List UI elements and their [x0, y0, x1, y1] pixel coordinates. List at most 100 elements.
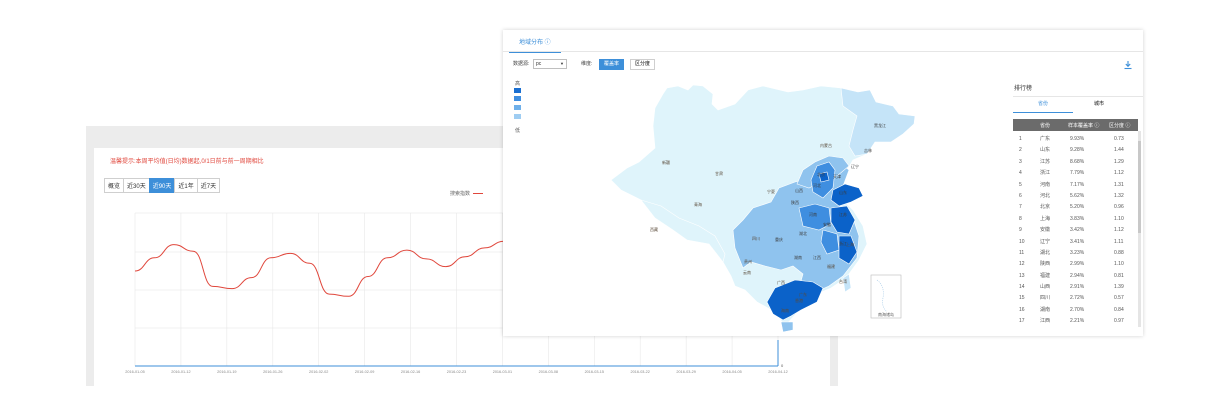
rank-coverage: 9.28%: [1070, 147, 1085, 154]
table-row[interactable]: 11 湖北 3.23% 0.88: [1013, 248, 1138, 259]
x-tick-label: 2016-02-23: [447, 370, 466, 374]
rank-number: 7: [1019, 204, 1022, 211]
map-region-label: 河北: [813, 182, 821, 188]
map-region-label: 安徽: [823, 221, 831, 227]
table-row[interactable]: 2 山东 9.28% 1.44: [1013, 145, 1138, 156]
rank-coverage: 2.99%: [1070, 261, 1085, 268]
rank-province: 山西: [1040, 284, 1051, 291]
inset-label: 南海诸岛: [878, 311, 894, 317]
x-tick-label: 2016-01-12: [171, 370, 190, 374]
rank-coverage: 2.70%: [1070, 306, 1085, 313]
table-row[interactable]: 8 上海 3.83% 1.10: [1013, 214, 1138, 225]
rank-province: 河北: [1040, 192, 1051, 199]
map-region-label: 北京: [817, 171, 825, 177]
table-row[interactable]: 9 安徽 3.42% 1.12: [1013, 225, 1138, 236]
rank-number: 2: [1019, 147, 1022, 154]
x-tick-label: 2016-03-08: [539, 370, 558, 374]
rank-number: 17: [1019, 318, 1025, 325]
scrollbar-thumb[interactable]: [1138, 141, 1141, 233]
table-row[interactable]: 5 河南 7.17% 1.31: [1013, 180, 1138, 191]
rank-number: 16: [1019, 306, 1025, 313]
map-region-label: 台湾: [839, 278, 847, 284]
rank-number: 6: [1019, 192, 1022, 199]
x-tick-label: 2016-02-16: [401, 370, 420, 374]
rank-coverage: 3.23%: [1070, 249, 1085, 256]
map-region-label: 宁夏: [767, 188, 775, 194]
rank-province: 湖南: [1040, 306, 1051, 313]
south-china-sea-inset: 南海诸岛: [870, 274, 902, 319]
map-region-label: 重庆: [775, 236, 783, 242]
rank-distinct: 0.96: [1114, 204, 1124, 211]
rank-distinct: 0.84: [1114, 306, 1124, 313]
table-row[interactable]: 7 北京 5.20% 0.96: [1013, 202, 1138, 213]
rank-province: 江苏: [1040, 158, 1051, 165]
ranking-table: 1 广东 9.93% 0.73 2 山东 9.28% 1.44 3 江苏 8.68% 1.29 4 浙江 7…: [1013, 134, 1138, 328]
rank-province: 四川: [1040, 295, 1051, 302]
x-tick-label: 2016-03-01: [493, 370, 512, 374]
rank-coverage: 2.21%: [1070, 318, 1085, 325]
map-region-label: 吉林: [864, 147, 872, 153]
table-row[interactable]: 15 四川 2.72% 0.57: [1013, 293, 1138, 304]
table-row[interactable]: 14 山西 2.91% 1.39: [1013, 282, 1138, 293]
rank-coverage: 3.42%: [1070, 227, 1085, 234]
rank-distinct: 1.12: [1114, 170, 1124, 177]
rank-number: 5: [1019, 181, 1022, 188]
map-region-label: 四川: [752, 236, 760, 241]
header-coverage[interactable]: 样本覆盖率 ⓘ: [1068, 122, 1099, 129]
rank-distinct: 1.31: [1114, 181, 1124, 188]
header-distinct[interactable]: 区分度 ⓘ: [1109, 122, 1130, 129]
rank-province: 福建: [1040, 272, 1051, 279]
map-region-label: 陕西: [791, 199, 799, 205]
map-region-label: 天津: [833, 173, 841, 179]
rank-number: 12: [1019, 261, 1025, 268]
map-region-label: 贵州: [744, 258, 752, 264]
map-region-label: 内蒙古: [820, 142, 832, 148]
map-region-label: 青海: [694, 201, 702, 207]
rank-province: 上海: [1040, 215, 1051, 222]
table-row[interactable]: 17 江西 2.21% 0.97: [1013, 316, 1138, 327]
x-tick-label: 2016-01-26: [263, 370, 282, 374]
rank-distinct: 1.10: [1114, 261, 1124, 268]
rank-coverage: 2.94%: [1070, 272, 1085, 279]
ranking-tab-city[interactable]: 城市: [1094, 100, 1104, 107]
map-region-label: 黑龙江: [874, 122, 886, 128]
rank-distinct: 1.10: [1114, 215, 1124, 222]
rank-distinct: 1.32: [1114, 192, 1124, 199]
table-row[interactable]: 12 陕西 2.99% 1.10: [1013, 259, 1138, 270]
map-region-hainan: [780, 321, 794, 333]
rank-coverage: 5.20%: [1070, 204, 1085, 211]
map-region-label: 辽宁: [851, 163, 859, 169]
map-region-label: 山西: [795, 187, 803, 193]
x-tick-label: 2016-04-12: [768, 370, 787, 374]
rank-distinct: 1.11: [1114, 238, 1124, 245]
map-region-label: 湖北: [799, 230, 807, 236]
map-region-label: 海南: [781, 307, 789, 313]
x-tick-label: 2016-03-29: [676, 370, 695, 374]
region-panel: 地域分布 ⓘ 数据源: pc ▼ 维度: 覆盖率 区分度 高 低 南海诸岛 黑龙…: [503, 30, 1143, 336]
table-row[interactable]: 4 浙江 7.79% 1.12: [1013, 168, 1138, 179]
rank-province: 辽宁: [1040, 238, 1051, 245]
rank-coverage: 5.62%: [1070, 192, 1085, 199]
table-row[interactable]: 1 广东 9.93% 0.73: [1013, 134, 1138, 145]
rank-number: 13: [1019, 272, 1025, 279]
rank-province: 陕西: [1040, 261, 1051, 268]
ranking-tab-province[interactable]: 省份: [1038, 100, 1048, 107]
rank-number: 1: [1019, 136, 1022, 142]
rank-number: 8: [1019, 215, 1022, 222]
table-row[interactable]: 3 江苏 8.68% 1.29: [1013, 157, 1138, 168]
map-region-label: 江苏: [839, 211, 847, 217]
rank-distinct: 0.81: [1114, 272, 1124, 279]
table-row[interactable]: 13 福建 2.94% 0.81: [1013, 271, 1138, 282]
table-row[interactable]: 16 湖南 2.70% 0.84: [1013, 305, 1138, 316]
ranking-scrollbar[interactable]: [1138, 131, 1141, 327]
map-region-label: 福建: [827, 263, 835, 269]
map-region-label: 广东: [799, 291, 807, 297]
x-tick-label: 2016-03-15: [585, 370, 604, 374]
rank-distinct: 1.12: [1114, 227, 1124, 234]
map-region-label: 香港: [795, 297, 803, 303]
table-row[interactable]: 6 河北 5.62% 1.32: [1013, 191, 1138, 202]
map-region-label: 湖南: [794, 254, 802, 260]
rank-distinct: 0.88: [1114, 249, 1124, 256]
table-row[interactable]: 10 辽宁 3.41% 1.11: [1013, 237, 1138, 248]
rank-coverage: 2.91%: [1070, 284, 1085, 291]
